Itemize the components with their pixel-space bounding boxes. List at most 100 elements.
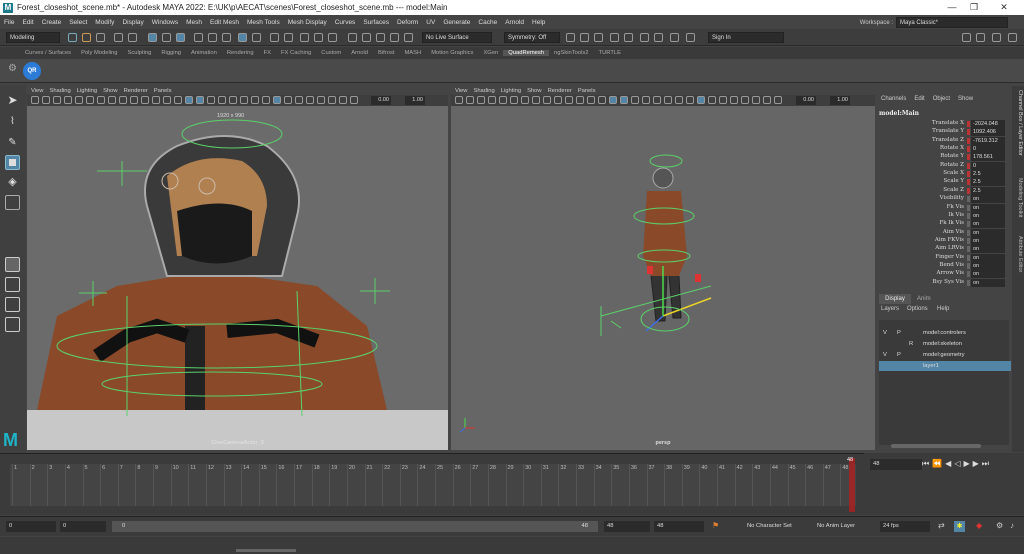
auto-key-icon[interactable]: ✱ (954, 521, 965, 532)
channel-row[interactable]: Ik Vis on (877, 211, 1011, 220)
viewport-toggle-icon[interactable] (719, 96, 727, 104)
viewport-toggle-icon[interactable] (31, 96, 39, 104)
channel-value-field[interactable]: -7619.312 (971, 136, 1005, 145)
tab-anim[interactable]: Anim (917, 294, 931, 304)
channel-value-field[interactable]: 2.5 (971, 178, 1005, 187)
channel-row[interactable]: Scale Y 2.5 (877, 178, 1011, 187)
channel-menu-edit[interactable]: Edit (914, 96, 924, 102)
channel-value-field[interactable]: 2.5 (971, 186, 1005, 195)
viewport-toggle-icon[interactable] (240, 96, 248, 104)
viewport-toggle-icon[interactable] (42, 96, 50, 104)
menu-cache[interactable]: Cache (474, 19, 501, 26)
menu-help[interactable]: Help (528, 19, 549, 26)
viewport-toggle-icon[interactable] (53, 96, 61, 104)
render-setup-icon[interactable] (580, 33, 589, 42)
workspace-selector[interactable]: Workspace : Maya Classic* (860, 17, 1008, 28)
viewport-toggle-icon[interactable] (741, 96, 749, 104)
sign-in-dropdown[interactable]: Sign In (708, 32, 784, 43)
menu-deform[interactable]: Deform (393, 19, 422, 26)
close-button[interactable]: ✕ (992, 2, 1016, 13)
channel-row[interactable]: Rotate X 0 (877, 145, 1011, 154)
menu-display[interactable]: Display (118, 19, 147, 26)
viewport-toggle-icon[interactable] (763, 96, 771, 104)
layer-menu-help[interactable]: Help (937, 306, 949, 312)
channel-value-field[interactable]: -2024.048 (971, 120, 1005, 128)
select-by-component-icon[interactable] (176, 33, 185, 42)
playback-start-field[interactable]: 0 (60, 521, 106, 532)
channel-value-field[interactable]: 0 (971, 161, 1005, 170)
viewport-toggle-icon[interactable] (543, 96, 551, 104)
menu-surfaces[interactable]: Surfaces (359, 19, 393, 26)
layer-row-selected[interactable]: layer1 (879, 361, 1011, 371)
attribute-editor-icon[interactable] (976, 33, 985, 42)
shelf-tab-rigging[interactable]: Rigging (156, 50, 186, 56)
layer-scrollbar[interactable] (891, 444, 981, 448)
shelf-tab-rendering[interactable]: Rendering (222, 50, 259, 56)
viewport-menu-lighting[interactable]: Lighting (77, 88, 97, 94)
viewport-menu-renderer[interactable]: Renderer (548, 88, 572, 94)
channel-value-field[interactable]: on (971, 220, 1005, 229)
channel-value-field[interactable]: on (971, 228, 1005, 237)
shelf-tab-fx-caching[interactable]: FX Caching (276, 50, 316, 56)
four-pane-layout-icon[interactable] (5, 277, 20, 292)
last-tool-icon[interactable] (5, 195, 20, 210)
viewport-toggle-icon[interactable] (64, 96, 72, 104)
character-set-icon[interactable]: ⚑ (712, 521, 719, 530)
channel-row[interactable]: Rotate Y 178.561 (877, 153, 1011, 162)
viewport-toggle-icon[interactable] (730, 96, 738, 104)
channel-value-field[interactable]: on (971, 253, 1005, 262)
range-slider[interactable]: 0 48 (112, 521, 598, 532)
menu-mesh-tools[interactable]: Mesh Tools (243, 19, 284, 26)
viewport-toggle-icon[interactable] (653, 96, 661, 104)
channel-row[interactable]: Visibility on (877, 195, 1011, 204)
channel-value-field[interactable]: on (971, 278, 1005, 287)
shelf-tab-turtle[interactable]: TURTLE (594, 50, 626, 56)
viewport-toggle-icon[interactable] (317, 96, 325, 104)
open-scene-icon[interactable] (82, 33, 91, 42)
shelf-tab-motion-graphics[interactable]: Motion Graphics (426, 50, 478, 56)
viewport-toggle-icon[interactable] (554, 96, 562, 104)
ipr-render-icon[interactable] (314, 33, 323, 42)
viewport-camera[interactable]: View Shading Lighting Show Renderer Panels 0.… (3, 86, 448, 450)
viewport-menu-panels[interactable]: Panels (578, 88, 596, 94)
viewport-toggle-icon[interactable] (207, 96, 215, 104)
channel-menu-channels[interactable]: Channels (881, 96, 906, 102)
tab-display[interactable]: Display (879, 294, 911, 304)
anim-prefs-icon[interactable]: ⚙ (996, 521, 1003, 530)
go-to-start-icon[interactable]: ⏮ (922, 459, 932, 468)
viewport-persp[interactable]: View Shading Lighting Show Renderer Panels 0.… (451, 86, 875, 450)
near-clip-field-2[interactable]: 0.00 (796, 96, 816, 105)
side-tab-channel-box[interactable]: Channel Box / Layer Editor (1013, 90, 1023, 156)
shelf-tab-bifrost[interactable]: Bifrost (373, 50, 399, 56)
viewport-toggle-icon[interactable] (273, 96, 281, 104)
anim-layer-dropdown[interactable]: No Anim Layer (814, 521, 876, 532)
snap-curve-icon[interactable] (208, 33, 217, 42)
viewport-toggle-icon[interactable] (251, 96, 259, 104)
menu-generate[interactable]: Generate (439, 19, 474, 26)
viewport-toggle-icon[interactable] (328, 96, 336, 104)
viewport-toggle-icon[interactable] (631, 96, 639, 104)
channel-value-field[interactable]: on (971, 203, 1005, 212)
channel-value-field[interactable]: on (971, 195, 1005, 204)
viewport-toggle-icon[interactable] (185, 96, 193, 104)
viewport-toggle-icon[interactable] (350, 96, 358, 104)
viewport-toggle-icon[interactable] (697, 96, 705, 104)
viewport-toggle-icon[interactable] (620, 96, 628, 104)
viewport-toggle-icon[interactable] (532, 96, 540, 104)
channel-value-field[interactable]: 1092.406 (971, 128, 1005, 137)
viewport-toggle-icon[interactable] (466, 96, 474, 104)
redo-icon[interactable] (128, 33, 137, 42)
shelf-tab-ngskintools2[interactable]: ngSkinTools2 (549, 50, 593, 56)
step-forward-icon[interactable]: ▶ (973, 459, 982, 468)
construction-history-icon[interactable] (284, 33, 293, 42)
loop-icon[interactable]: ⇄ (938, 521, 945, 530)
current-time-marker[interactable] (849, 458, 855, 512)
menu-file[interactable]: File (0, 19, 18, 26)
far-clip-field-2[interactable]: 1.00 (830, 96, 850, 105)
snap-point-icon[interactable] (222, 33, 231, 42)
viewport-menu-shading[interactable]: Shading (49, 88, 70, 94)
select-by-hierarchy-icon[interactable] (148, 33, 157, 42)
shelf-tab-quadremesh[interactable]: QuadRemesh (503, 50, 550, 56)
channel-value-field[interactable]: on (971, 211, 1005, 220)
viewport-toggle-icon[interactable] (774, 96, 782, 104)
